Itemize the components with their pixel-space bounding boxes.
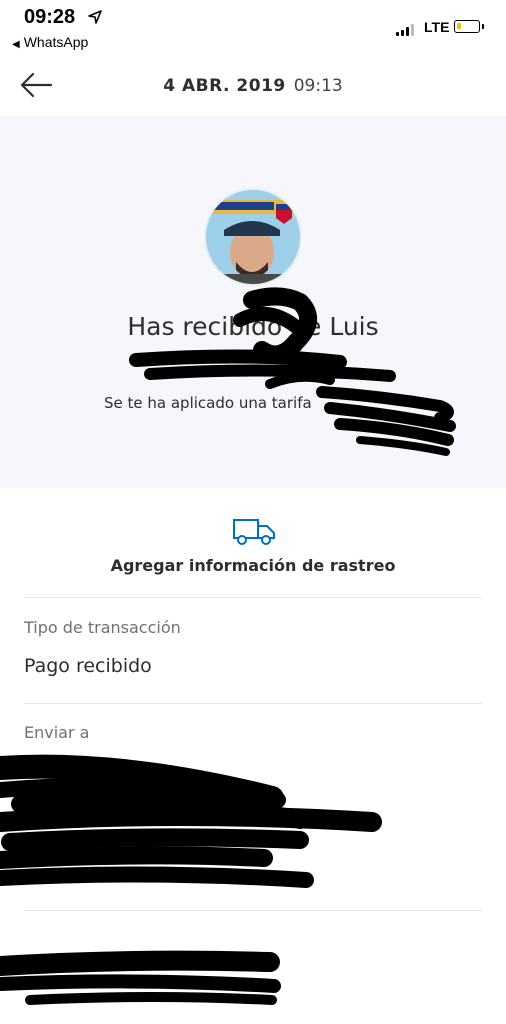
- back-to-app-link[interactable]: ◀ WhatsApp: [12, 34, 88, 50]
- status-bar: 09:28 ◀ WhatsApp LTE: [0, 0, 506, 58]
- divider: [24, 597, 482, 598]
- send-to-label: Enviar a: [24, 723, 90, 742]
- add-tracking-button[interactable]: Agregar información de rastreo: [0, 488, 506, 596]
- truck-icon: [233, 519, 275, 545]
- profile-photo: [206, 190, 300, 284]
- date-value: 4 ABR. 2019: [163, 76, 286, 96]
- transaction-date: 4 ABR. 2019 09:13: [0, 76, 506, 96]
- avatar: [206, 190, 300, 284]
- status-time: 09:28: [24, 6, 76, 28]
- location-arrow-icon: [88, 10, 102, 24]
- divider: [24, 703, 482, 704]
- payment-summary: Has recibido de Luis Se te ha aplicado u…: [0, 116, 506, 488]
- back-app-label: WhatsApp: [23, 34, 89, 50]
- network-label: LTE: [424, 19, 450, 35]
- divider: [24, 910, 482, 911]
- add-tracking-label: Agregar información de rastreo: [110, 556, 396, 575]
- hero-title: Has recibido de Luis: [127, 312, 379, 341]
- battery-icon: [454, 20, 484, 33]
- signal-icon: [396, 24, 416, 36]
- time-value: 09:13: [293, 76, 343, 96]
- top-bar: 4 ABR. 2019 09:13: [0, 58, 506, 116]
- hero-subtitle: Se te ha aplicado una tarifa: [104, 394, 312, 412]
- back-triangle-icon: ◀: [12, 39, 20, 50]
- transaction-type-label: Tipo de transacción: [24, 618, 181, 637]
- transaction-type-value: Pago recibido: [24, 655, 152, 677]
